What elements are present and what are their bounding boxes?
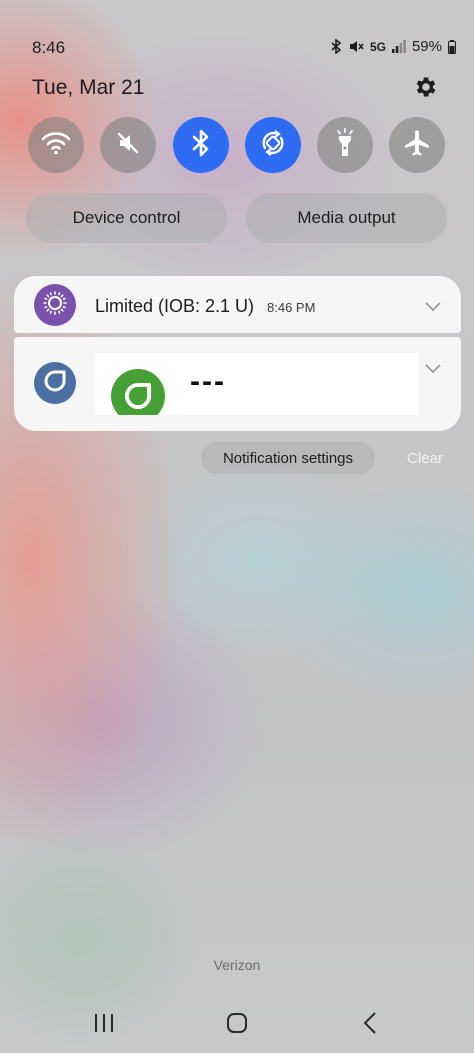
bluetooth-icon	[191, 128, 211, 163]
status-icons: 5G 59%	[331, 38, 456, 55]
flashlight-icon	[334, 127, 356, 163]
dexcom-icon	[42, 368, 68, 399]
network-type: 5G	[369, 39, 386, 54]
notification-settings-button[interactable]: Notification settings	[201, 442, 375, 474]
dexcom-widget-icon	[111, 369, 165, 415]
auto-rotate-toggle[interactable]	[245, 117, 301, 173]
status-time: 8:46	[32, 38, 66, 57]
notification-time: 8:46 PM	[267, 300, 316, 315]
mute-icon	[114, 129, 142, 162]
wifi-toggle[interactable]	[28, 117, 84, 173]
home-button[interactable]	[217, 1010, 257, 1040]
recent-apps-button[interactable]	[84, 1010, 124, 1040]
sun-icon	[41, 289, 69, 322]
airplane-mode-toggle[interactable]	[389, 117, 445, 173]
back-button[interactable]	[350, 1010, 390, 1040]
gear-icon[interactable]	[413, 74, 439, 100]
clear-button[interactable]: Clear	[407, 450, 443, 467]
date-label: Tue, Mar 21	[32, 76, 145, 99]
battery-icon	[448, 39, 456, 54]
back-icon	[363, 1011, 377, 1039]
notification-card-glucose[interactable]: ---	[14, 337, 461, 431]
media-output-button[interactable]: Media output	[246, 193, 447, 243]
chevron-down-icon[interactable]	[425, 361, 441, 374]
airplane-icon	[402, 128, 432, 163]
mute-icon	[348, 39, 364, 54]
flashlight-toggle[interactable]	[317, 117, 373, 173]
recents-icon	[93, 1013, 115, 1038]
signal-icon	[391, 40, 406, 53]
carrier-label: Verizon	[213, 957, 261, 973]
app-icon	[34, 362, 76, 404]
bluetooth-icon	[331, 39, 342, 54]
device-control-button[interactable]: Device control	[26, 193, 227, 243]
glucose-widget: ---	[95, 353, 419, 415]
bluetooth-toggle[interactable]	[173, 117, 229, 173]
quick-toggles	[28, 117, 448, 173]
home-icon	[226, 1012, 248, 1039]
glucose-value: ---	[190, 365, 226, 398]
navigation-bar	[0, 1000, 474, 1053]
notification-title: Limited (IOB: 2.1 U)	[95, 296, 255, 316]
notification-card-limited[interactable]: Limited (IOB: 2.1 U) 8:46 PM	[14, 276, 461, 333]
battery-percent: 59%	[411, 38, 442, 55]
sound-toggle[interactable]	[100, 117, 156, 173]
app-icon	[34, 284, 76, 326]
rotate-icon	[258, 128, 288, 163]
wifi-icon	[41, 131, 71, 160]
chevron-down-icon[interactable]	[425, 299, 441, 312]
